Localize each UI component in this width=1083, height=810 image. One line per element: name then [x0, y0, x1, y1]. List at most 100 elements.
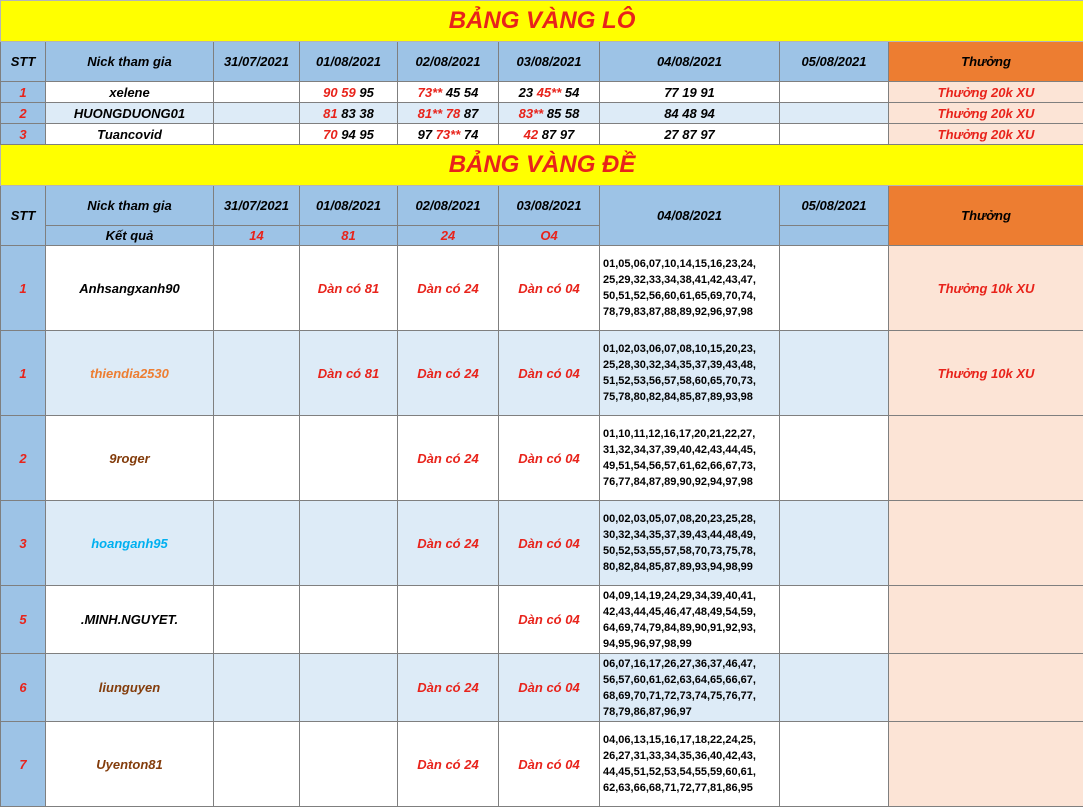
de-d2: Dàn có 81	[299, 245, 398, 331]
de-thuong: Thưởng 10k XU	[887, 245, 1083, 331]
lo-d3: 81** 78 87	[397, 102, 499, 124]
lo-d6	[779, 102, 889, 124]
de-d6	[779, 245, 889, 331]
de-d3: Dàn có 24	[397, 330, 499, 416]
lo-d1	[213, 123, 300, 145]
de-d1	[213, 330, 300, 416]
lo-header-d5: 04/08/2021	[599, 41, 780, 82]
de-d4: Dàn có 04	[498, 415, 600, 501]
de-d6	[779, 330, 889, 416]
lo-nick: Tuancovid	[45, 123, 214, 145]
de-numbers: 00,02,03,05,07,08,20,23,25,28, 30,32,34,3…	[599, 500, 780, 586]
de-d2	[299, 415, 398, 501]
lo-nick: xelene	[45, 81, 214, 103]
lo-d3: 97 73** 74	[397, 123, 499, 145]
lo-d4-other: 23	[518, 84, 534, 100]
lo-d4: 42 87 97	[498, 123, 600, 145]
lo-thuong: Thưởng 20k XU	[887, 81, 1083, 103]
lo-d5: 84 48 94	[599, 102, 780, 124]
de-d4: Dàn có 04	[498, 585, 600, 654]
de-header-d1: 31/07/2021	[213, 185, 300, 226]
de-d1	[213, 653, 300, 722]
de-d4: Dàn có 04	[498, 330, 600, 416]
de-result-d4: O4	[498, 225, 600, 246]
de-numbers: 06,07,16,17,26,27,36,37,46,47, 56,57,60,6…	[599, 653, 780, 722]
lo-d4: 23 45** 54	[498, 81, 600, 103]
lo-d5: 77 19 91	[599, 81, 780, 103]
de-result-d1: 14	[213, 225, 300, 246]
lo-d3-other: 45 54	[445, 84, 479, 100]
lo-d2: 81 83 38	[299, 102, 398, 124]
de-row: 6 liunguyen Dàn có 24 Dàn có 04 06,07,16…	[0, 653, 1083, 722]
lo-d2-hit: 90 59	[323, 84, 356, 100]
de-d4: Dàn có 04	[498, 721, 600, 807]
de-stt: 6	[0, 653, 46, 722]
lo-d6	[779, 81, 889, 103]
de-stt: 1	[0, 245, 46, 331]
de-row: 5 .MINH.NGUYET. Dàn có 04 04,09,14,19,24…	[0, 585, 1083, 654]
lo-d3-other: 87	[463, 105, 479, 121]
de-d1	[213, 245, 300, 331]
de-thuong	[887, 500, 1083, 586]
de-row: 1 Anhsangxanh90 Dàn có 81 Dàn có 24 Dàn …	[0, 245, 1083, 331]
de-d1	[213, 721, 300, 807]
lo-header-d6: 05/08/2021	[779, 41, 889, 82]
de-d4: Dàn có 04	[498, 245, 600, 331]
de-stt: 5	[0, 585, 46, 654]
de-thuong: Thưởng 10k XU	[887, 330, 1083, 416]
de-d6	[779, 415, 889, 501]
lo-d2-other: 95	[359, 84, 374, 100]
de-header-d3: 02/08/2021	[397, 185, 499, 226]
lo-row: 1 xelene 90 59 95 73** 45 54 23 45** 54 …	[0, 81, 1083, 103]
lo-d2-other: 83 38	[341, 105, 374, 121]
de-numbers: 04,09,14,19,24,29,34,39,40,41, 42,43,44,4…	[599, 585, 780, 654]
lo-header-d3: 02/08/2021	[397, 41, 499, 82]
de-thuong	[887, 653, 1083, 722]
de-d2	[299, 585, 398, 654]
lo-d5: 27 87 97	[599, 123, 780, 145]
lo-stt: 3	[0, 123, 46, 145]
de-d3: Dàn có 24	[397, 415, 499, 501]
de-result-d3: 24	[397, 225, 499, 246]
de-header-d2: 01/08/2021	[299, 185, 398, 226]
lo-stt: 2	[0, 102, 46, 124]
de-d2	[299, 653, 398, 722]
de-d6	[779, 653, 889, 722]
lo-stt: 1	[0, 81, 46, 103]
lo-d4: 83** 85 58	[498, 102, 600, 124]
de-stt: 3	[0, 500, 46, 586]
de-header-d6: 05/08/2021	[779, 185, 889, 226]
de-d3	[397, 585, 499, 654]
de-nick: Uyenton81	[45, 721, 214, 807]
de-nick: liunguyen	[45, 653, 214, 722]
lo-row: 2 HUONGDUONG01 81 83 38 81** 78 87 83** …	[0, 102, 1083, 124]
lo-d4-other2: 54	[564, 84, 580, 100]
lo-d2-other: 94 95	[341, 126, 374, 142]
de-header-stt: STT	[0, 185, 46, 246]
de-d1	[213, 415, 300, 501]
de-d3: Dàn có 24	[397, 245, 499, 331]
lo-d6	[779, 123, 889, 145]
lo-d2-hit: 70	[323, 126, 338, 142]
de-stt: 1	[0, 330, 46, 416]
de-numbers: 04,06,13,15,16,17,18,22,24,25, 26,27,31,3…	[599, 721, 780, 807]
lo-d2: 70 94 95	[299, 123, 398, 145]
de-row: 1 thiendia2530 Dàn có 81 Dàn có 24 Dàn c…	[0, 330, 1083, 416]
de-nick: 9roger	[45, 415, 214, 501]
de-result-d6	[779, 225, 889, 246]
lo-d2-hit: 81	[323, 105, 338, 121]
de-result-d2: 81	[299, 225, 398, 246]
de-d2	[299, 721, 398, 807]
de-d3: Dàn có 24	[397, 500, 499, 586]
de-title: BẢNG VÀNG ĐỀ	[0, 144, 1083, 186]
de-thuong	[887, 585, 1083, 654]
de-numbers: 01,10,11,12,16,17,20,21,22,27, 31,32,34,3…	[599, 415, 780, 501]
de-header-d4: 03/08/2021	[498, 185, 600, 226]
lo-header-d4: 03/08/2021	[498, 41, 600, 82]
de-d6	[779, 500, 889, 586]
de-thuong	[887, 721, 1083, 807]
lo-d3-other0: 97	[417, 126, 433, 142]
lo-d4-hit: 42	[523, 126, 539, 142]
de-stt: 2	[0, 415, 46, 501]
de-nick: hoanganh95	[45, 500, 214, 586]
